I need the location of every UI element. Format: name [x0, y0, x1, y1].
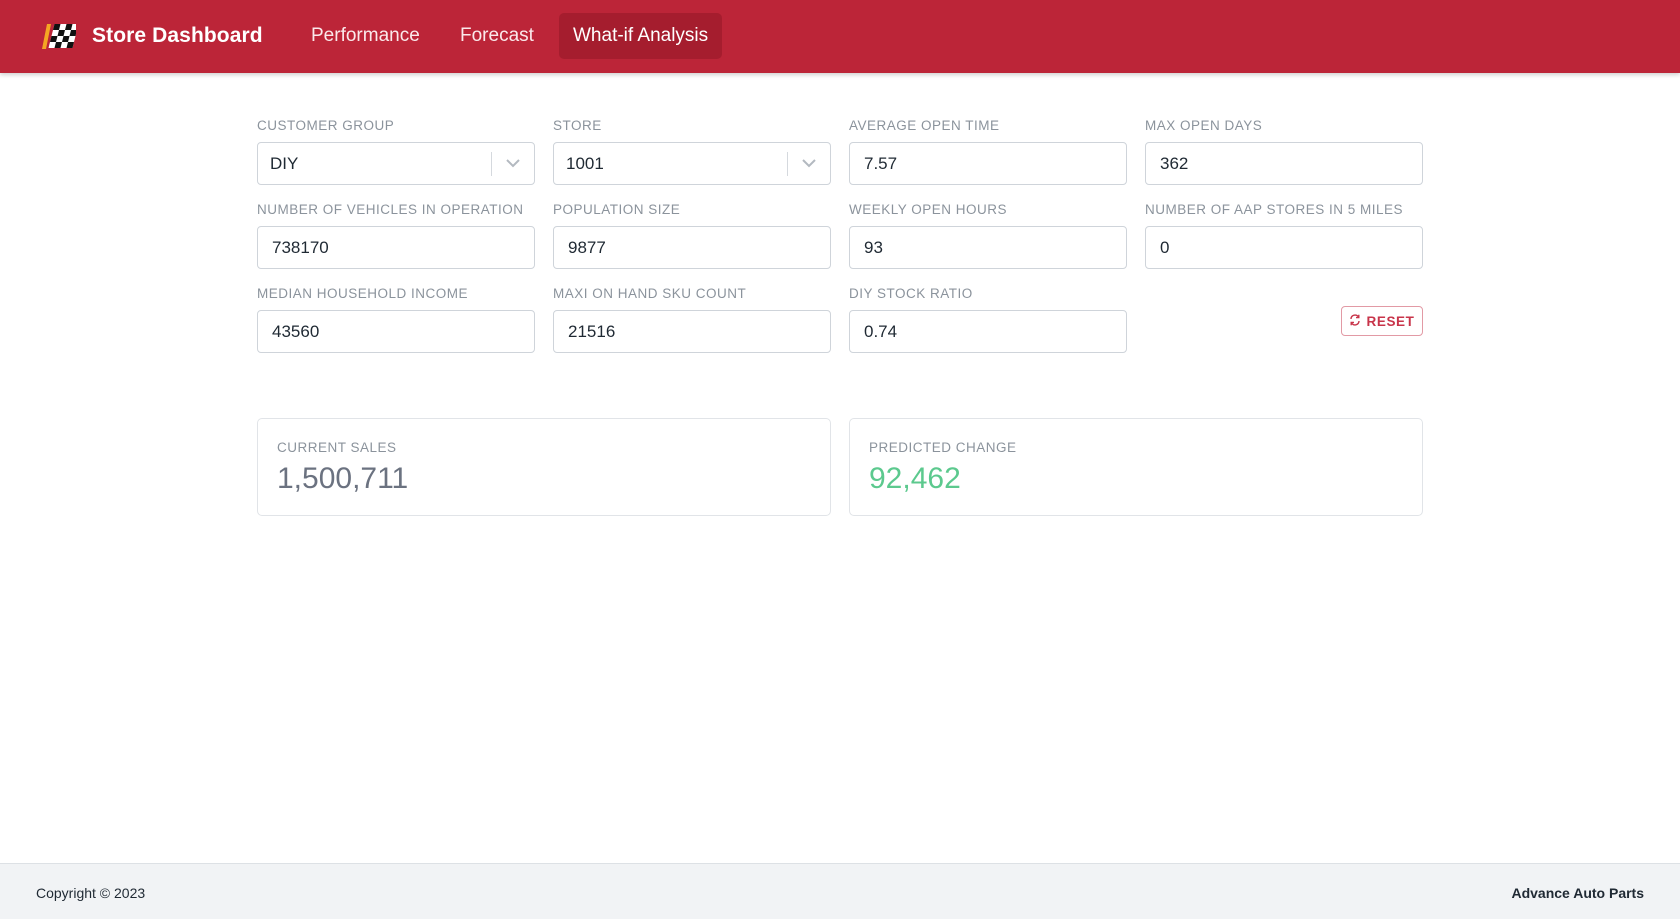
- max-open-days-input[interactable]: [1146, 143, 1422, 184]
- copyright-text: Copyright © 2023: [36, 885, 146, 901]
- top-navbar: Store Dashboard Performance Forecast Wha…: [0, 0, 1680, 73]
- brand-title: Store Dashboard: [92, 24, 263, 47]
- customer-group-value: DIY: [270, 153, 299, 173]
- median-household-income-label: MEDIAN HOUSEHOLD INCOME: [257, 286, 469, 301]
- maxi-on-hand-sku-label: MAXI ON HAND SKU COUNT: [553, 286, 747, 301]
- vehicles-in-operation-label: NUMBER OF VEHICLES IN OPERATION: [257, 202, 524, 217]
- nav-performance[interactable]: Performance: [297, 13, 434, 59]
- chevron-down-icon[interactable]: [492, 143, 534, 184]
- predicted-change-label: PREDICTED CHANGE: [869, 440, 1017, 455]
- vehicles-in-operation-field-box: [257, 226, 535, 269]
- chevron-down-icon[interactable]: [788, 143, 830, 184]
- maxi-on-hand-sku-input[interactable]: [554, 311, 830, 352]
- reset-button-label: RESET: [1366, 313, 1415, 329]
- customer-group-select[interactable]: DIY: [257, 142, 535, 185]
- customer-group-label: CUSTOMER GROUP: [257, 118, 395, 133]
- predicted-change-card: PREDICTED CHANGE 92,462: [849, 418, 1423, 516]
- diy-stock-ratio-input[interactable]: [850, 311, 1126, 352]
- average-open-time-label: AVERAGE OPEN TIME: [849, 118, 1000, 133]
- median-household-income-input[interactable]: [258, 311, 534, 352]
- weekly-open-hours-label: WEEKLY OPEN HOURS: [849, 202, 1008, 217]
- population-size-field-box: [553, 226, 831, 269]
- median-household-income-field-box: [257, 310, 535, 353]
- current-sales-label: CURRENT SALES: [277, 440, 397, 455]
- checkered-flag-icon: [42, 22, 76, 50]
- reset-button[interactable]: RESET: [1341, 306, 1423, 336]
- store-label: STORE: [553, 118, 602, 133]
- current-sales-value: 1,500,711: [277, 462, 409, 495]
- max-open-days-field-box: [1145, 142, 1423, 185]
- max-open-days-label: MAX OPEN DAYS: [1145, 118, 1263, 133]
- predicted-change-value: 92,462: [869, 462, 961, 495]
- company-name: Advance Auto Parts: [1511, 885, 1644, 901]
- aap-stores-5-miles-input[interactable]: [1146, 227, 1422, 268]
- weekly-open-hours-input[interactable]: [850, 227, 1126, 268]
- average-open-time-field-box: [849, 142, 1127, 185]
- population-size-input[interactable]: [554, 227, 830, 268]
- vehicles-in-operation-input[interactable]: [258, 227, 534, 268]
- footer: Copyright © 2023 Advance Auto Parts: [0, 863, 1680, 919]
- store-select[interactable]: 1001: [553, 142, 831, 185]
- brand[interactable]: Store Dashboard: [42, 22, 263, 50]
- weekly-open-hours-field-box: [849, 226, 1127, 269]
- store-value: 1001: [566, 153, 604, 173]
- aap-stores-5-miles-field-box: [1145, 226, 1423, 269]
- diy-stock-ratio-field-box: [849, 310, 1127, 353]
- nav-forecast[interactable]: Forecast: [446, 13, 548, 59]
- nav-what-if-analysis[interactable]: What-if Analysis: [559, 13, 723, 59]
- current-sales-card: CURRENT SALES 1,500,711: [257, 418, 831, 516]
- maxi-on-hand-sku-field-box: [553, 310, 831, 353]
- population-size-label: POPULATION SIZE: [553, 202, 681, 217]
- aap-stores-5-miles-label: NUMBER OF AAP STORES IN 5 MILES: [1145, 202, 1404, 217]
- refresh-icon: [1349, 313, 1366, 329]
- average-open-time-input[interactable]: [850, 143, 1126, 184]
- diy-stock-ratio-label: DIY STOCK RATIO: [849, 286, 973, 301]
